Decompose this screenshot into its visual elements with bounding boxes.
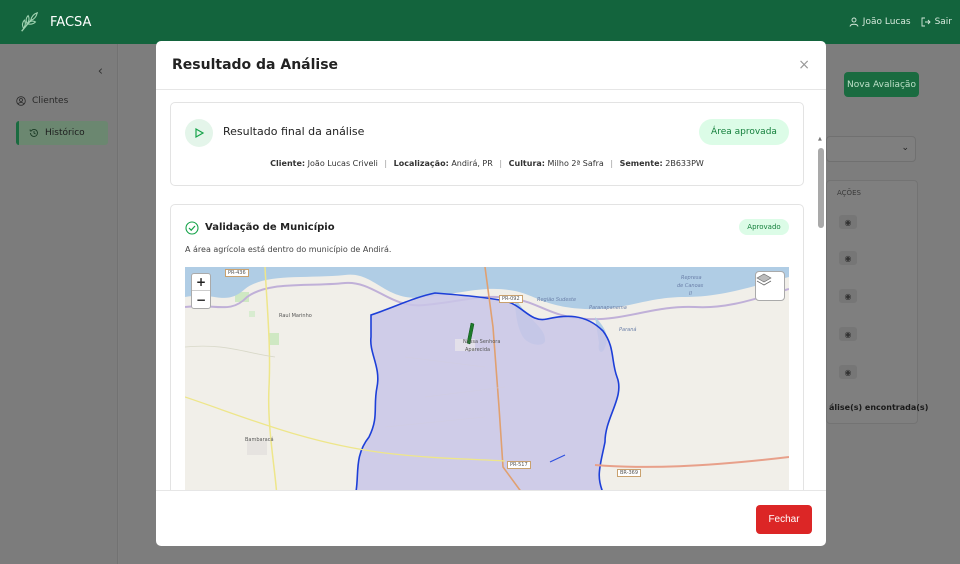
actions-column-header: AÇÕES <box>837 189 861 197</box>
road-sign: BR-369 <box>617 469 642 477</box>
view-eye-icon[interactable]: ◉ <box>839 251 857 265</box>
history-icon <box>29 129 38 137</box>
sidebar-item-label: Clientes <box>32 96 69 106</box>
map-label: Aparecida <box>465 347 491 353</box>
map-label: Paranapanema <box>589 305 627 311</box>
layers-icon <box>756 273 772 286</box>
modal-body[interactable]: Resultado final da análise Área aprovada… <box>156 90 826 490</box>
modal-footer: Fechar <box>156 490 826 546</box>
layers-button[interactable] <box>755 271 785 301</box>
separator: | <box>610 159 614 168</box>
map-label: II <box>689 291 692 297</box>
results-count: álise(s) encontrada(s) <box>829 403 929 412</box>
modal-header: Resultado da Análise × <box>156 41 826 90</box>
chevron-down-icon: ⌄ <box>901 143 909 153</box>
separator: | <box>499 159 503 168</box>
zoom-out-button[interactable]: − <box>192 291 210 308</box>
sidebar-item-clientes[interactable]: Clientes <box>16 96 68 106</box>
sidebar-item-historico[interactable]: Histórico <box>16 121 108 145</box>
new-evaluation-button[interactable]: Nova Avaliação <box>844 72 919 97</box>
sidebar: ‹ Clientes Histórico <box>0 44 118 564</box>
validation-description: A área agrícola está dentro do município… <box>185 245 392 254</box>
validation-title: Validação de Município <box>205 222 335 233</box>
close-button[interactable]: Fechar <box>756 505 812 534</box>
zoom-in-button[interactable]: + <box>192 274 210 291</box>
user-name: João Lucas <box>862 17 911 27</box>
user-menu[interactable]: João Lucas <box>849 17 911 27</box>
road-sign: PR-092 <box>499 295 523 303</box>
filter-select[interactable]: ⌄ <box>826 136 916 162</box>
sidebar-item-label: Histórico <box>45 128 85 138</box>
map-label: Região Sudeste <box>537 297 577 303</box>
map-label: Nossa Senhora <box>463 339 501 345</box>
view-eye-icon[interactable]: ◉ <box>839 365 857 379</box>
analysis-info: Cliente: João Lucas Criveli | Localizaçã… <box>171 159 803 168</box>
client-label: Cliente: <box>270 159 306 168</box>
client-value: João Lucas Criveli <box>307 159 378 168</box>
zoom-control: + − <box>191 273 211 309</box>
municipality-validation-card: Validação de Município Aprovado A área a… <box>170 204 804 490</box>
separator: | <box>384 159 388 168</box>
approved-area-badge: Área aprovada <box>699 119 789 145</box>
logout-label: Sair <box>934 17 952 27</box>
scroll-up-icon[interactable]: ▲ <box>818 136 822 142</box>
brand-name: FACSA <box>50 14 92 30</box>
top-navbar: FACSA João Lucas Sair <box>0 0 960 44</box>
map-label: Paraná <box>619 327 637 333</box>
map-label: Raul Marinho <box>279 313 312 319</box>
municipality-map[interactable]: Raul Marinho Nossa Senhora Aparecida Bam… <box>185 267 789 490</box>
view-eye-icon[interactable]: ◉ <box>839 215 857 229</box>
user-icon <box>849 17 859 27</box>
scrollbar-thumb[interactable] <box>818 148 824 228</box>
location-value: Andirá, PR <box>451 159 493 168</box>
map-label: Represa <box>681 275 702 281</box>
view-eye-icon[interactable]: ◉ <box>839 289 857 303</box>
road-sign: PR-517 <box>507 461 531 469</box>
seed-label: Semente: <box>619 159 663 168</box>
modal-scrollbar[interactable]: ▲ ▼ <box>818 136 824 490</box>
crop-value: Milho 2ª Safra <box>547 159 604 168</box>
view-eye-icon[interactable]: ◉ <box>839 327 857 341</box>
brand[interactable]: FACSA <box>18 11 91 33</box>
logout-icon <box>921 17 931 27</box>
users-icon <box>16 96 26 106</box>
history-table: AÇÕES ◉ ◉ ◉ ◉ ◉ álise(s) encontrada(s) <box>826 180 928 424</box>
map-label: de Canoas <box>677 283 704 289</box>
analysis-result-modal: Resultado da Análise × Resultado final d… <box>156 41 826 546</box>
modal-title: Resultado da Análise <box>172 57 339 73</box>
map-canvas <box>185 267 789 490</box>
play-icon <box>185 119 213 147</box>
approved-badge: Aprovado <box>739 219 789 235</box>
check-circle-icon <box>185 221 199 235</box>
close-icon[interactable]: × <box>798 57 810 73</box>
sidebar-collapse-button[interactable]: ‹ <box>98 64 103 79</box>
crop-label: Cultura: <box>508 159 545 168</box>
location-label: Localização: <box>393 159 449 168</box>
road-sign: PR-436 <box>225 269 249 277</box>
final-result-card: Resultado final da análise Área aprovada… <box>170 102 804 186</box>
wheat-icon <box>21 11 39 32</box>
seed-value: 2B633PW <box>665 159 704 168</box>
map-label: Bambaracá <box>245 437 274 443</box>
final-result-title: Resultado final da análise <box>223 125 365 138</box>
logout-button[interactable]: Sair <box>921 17 952 27</box>
